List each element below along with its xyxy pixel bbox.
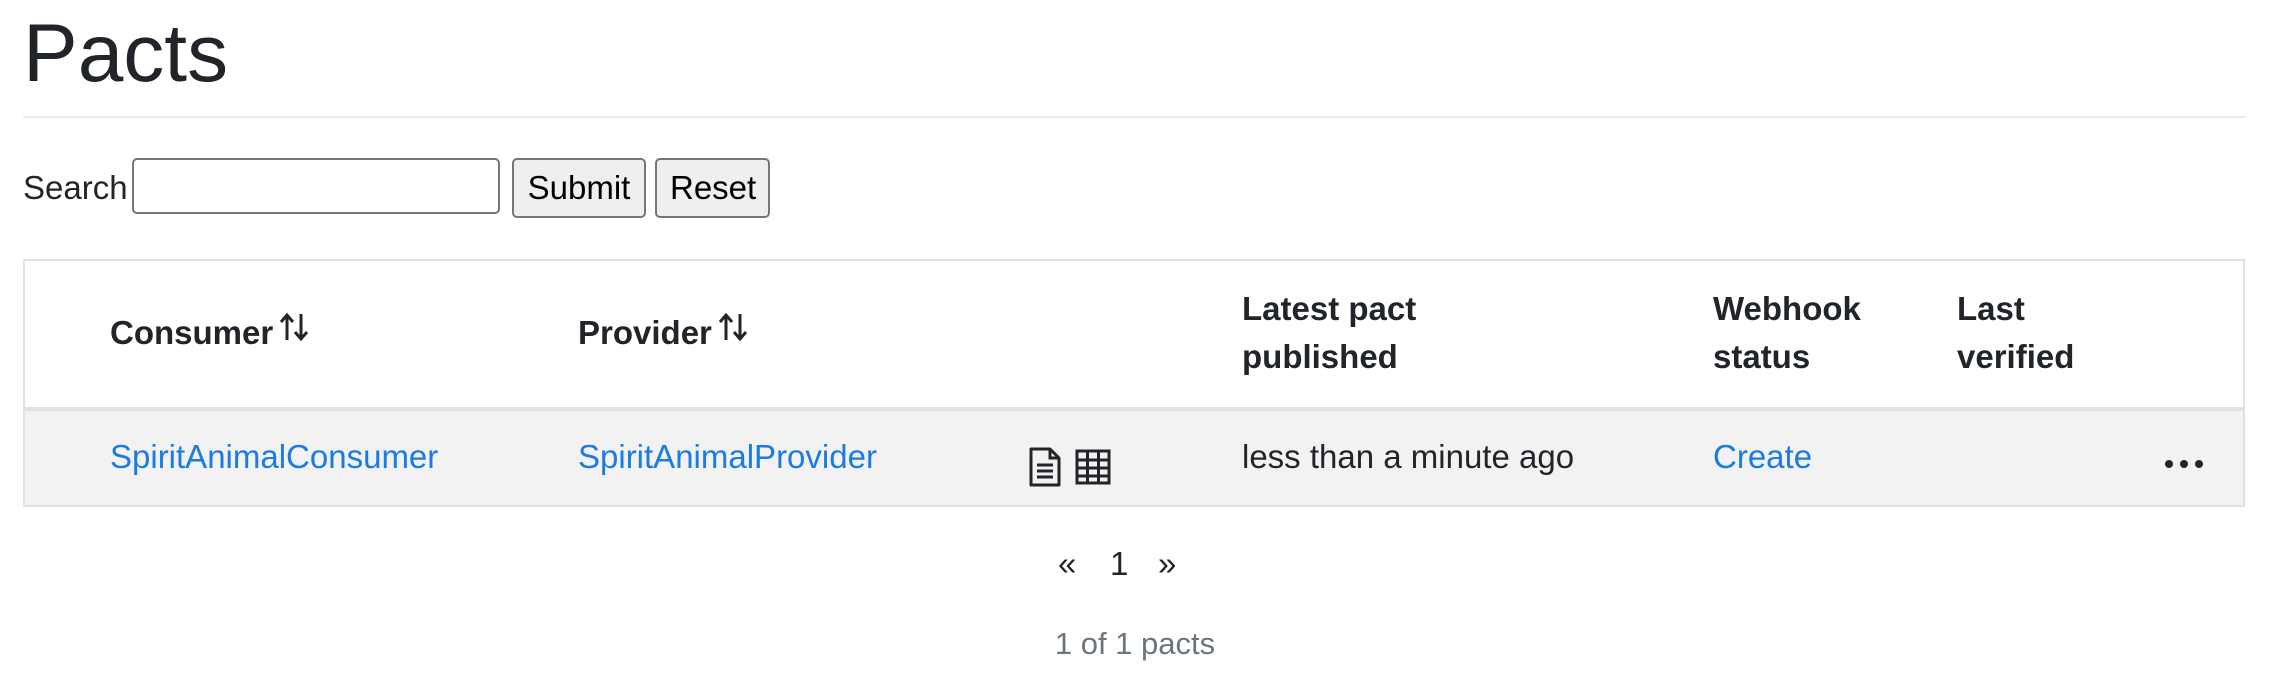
- submit-button[interactable]: Submit: [512, 158, 646, 218]
- document-icon[interactable]: [1028, 447, 1062, 492]
- column-header-consumer-label: Consumer: [110, 314, 274, 351]
- pacts-page: Pacts Search Submit Reset Consumer Provi…: [0, 0, 2270, 680]
- column-header-latest-pact-published: Latest pact published: [1242, 285, 1416, 381]
- table-grid-icon[interactable]: [1075, 449, 1111, 490]
- column-header-consumer[interactable]: Consumer: [110, 309, 309, 357]
- pagination-summary: 1 of 1 pacts: [1054, 626, 1216, 661]
- column-header-latest-pact-line1: Latest pact: [1242, 290, 1417, 327]
- ellipsis-icon[interactable]: [2164, 456, 2204, 474]
- consumer-link[interactable]: SpiritAnimalConsumer: [110, 433, 438, 481]
- pacts-table: Consumer Provider Latest pact published …: [23, 259, 2245, 507]
- search-label: Search: [23, 169, 128, 206]
- column-header-last-verified: Last verified: [1957, 285, 2074, 381]
- column-header-last-verified-line1: Last: [1957, 290, 2025, 327]
- column-header-webhook-line1: Webhook: [1713, 290, 1861, 327]
- sort-arrows-icon[interactable]: [718, 309, 748, 357]
- page-title: Pacts: [23, 8, 229, 99]
- pagination-prev[interactable]: «: [1058, 536, 1076, 592]
- latest-pact-published-value: less than a minute ago: [1242, 438, 1575, 475]
- column-header-provider-label: Provider: [578, 314, 712, 351]
- pagination-page-1[interactable]: 1: [1110, 536, 1128, 592]
- pagination-next[interactable]: »: [1158, 536, 1176, 592]
- create-webhook-link[interactable]: Create: [1713, 433, 1812, 481]
- column-header-webhook-status: Webhook status: [1713, 285, 1861, 381]
- sort-arrows-icon[interactable]: [279, 309, 309, 357]
- title-divider: [23, 116, 2245, 118]
- column-header-latest-pact-line2: published: [1242, 338, 1398, 375]
- column-header-provider[interactable]: Provider: [578, 309, 748, 357]
- reset-button[interactable]: Reset: [655, 158, 770, 218]
- column-header-webhook-line2: status: [1713, 338, 1811, 375]
- search-input[interactable]: [132, 158, 500, 214]
- provider-link[interactable]: SpiritAnimalProvider: [578, 433, 877, 481]
- column-header-last-verified-line2: verified: [1957, 338, 2075, 375]
